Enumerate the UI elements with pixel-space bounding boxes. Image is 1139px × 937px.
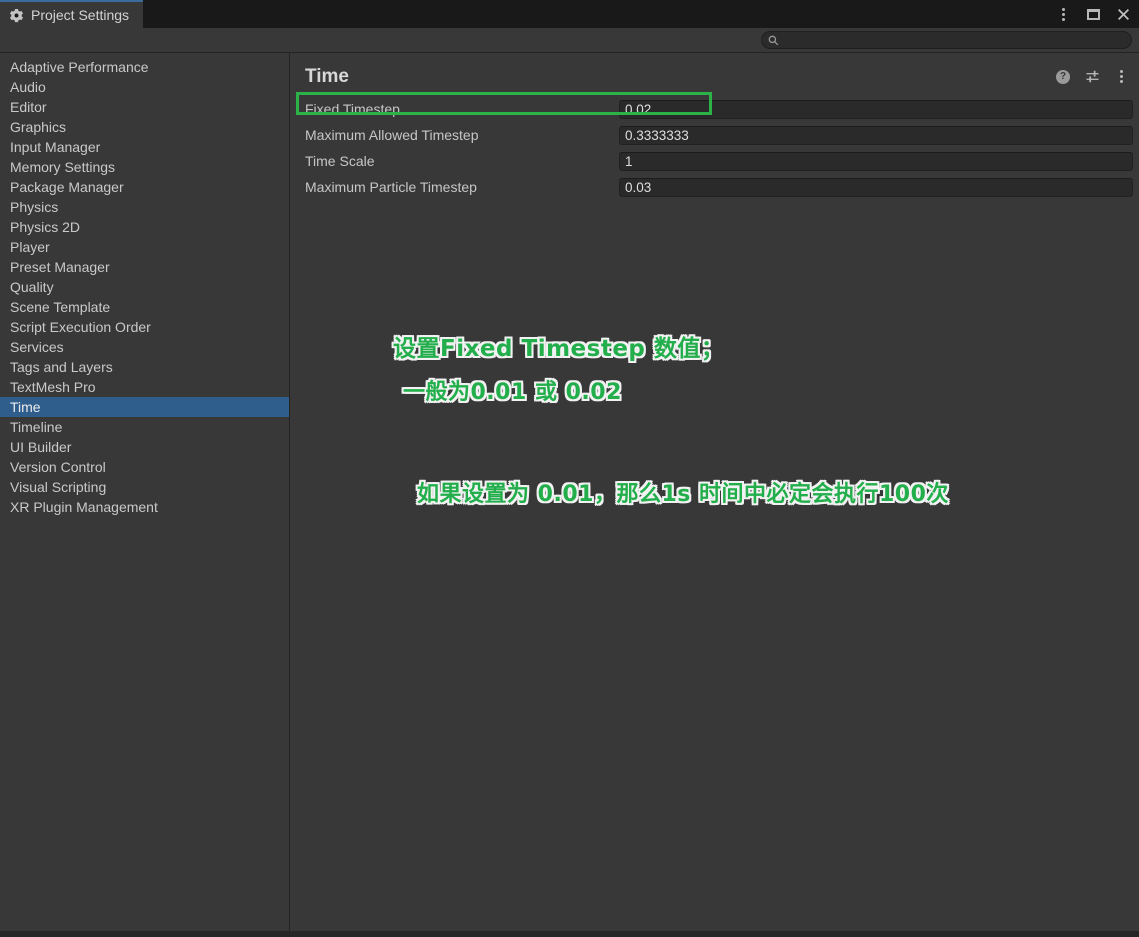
sidebar-item-label: Audio: [10, 79, 46, 95]
search-icon: [768, 35, 779, 46]
annotation-set-fixed-timestep: 设置Fixed Timestep 数值；: [393, 336, 725, 362]
maximum-allowed-timestep-input[interactable]: [619, 125, 1133, 145]
page-title: Time: [305, 65, 350, 87]
sidebar-item-script-execution-order[interactable]: Script Execution Order: [0, 317, 289, 337]
settings-field-row: Maximum Allowed Timestep: [305, 122, 1133, 148]
fields-container: Fixed Timestep Maximum Allowed Timestep …: [305, 96, 1133, 200]
sidebar-item-physics[interactable]: Physics: [0, 197, 289, 217]
sidebar-item-tags-and-layers[interactable]: Tags and Layers: [0, 357, 289, 377]
sidebar-item-time[interactable]: Time: [0, 397, 289, 417]
field-label: Maximum Particle Timestep: [305, 179, 477, 195]
sidebar-item-services[interactable]: Services: [0, 337, 289, 357]
help-icon[interactable]: ?: [1055, 69, 1071, 85]
settings-field-row: Maximum Particle Timestep: [305, 174, 1133, 200]
sidebar-item-label: Physics 2D: [10, 219, 81, 235]
header-icons: ?: [1055, 69, 1133, 85]
sidebar-item-graphics[interactable]: Graphics: [0, 117, 289, 137]
gear-icon: [9, 8, 24, 23]
sidebar-item-ui-builder[interactable]: UI Builder: [0, 437, 289, 457]
sidebar-item-label: Editor: [10, 99, 47, 115]
sidebar-item-label: Version Control: [10, 459, 106, 475]
time-scale-input[interactable]: [619, 151, 1133, 171]
sidebar-item-player[interactable]: Player: [0, 237, 289, 257]
title-bar: Project Settings: [0, 0, 1139, 28]
sidebar-item-adaptive-performance[interactable]: Adaptive Performance: [0, 57, 289, 77]
close-icon[interactable]: [1115, 6, 1131, 22]
sidebar-item-label: Tags and Layers: [10, 359, 113, 375]
sidebar-item-label: Physics: [10, 199, 59, 215]
annotation-execution-explanation: 如果设置为 0.01，那么1s 时间中必定会执行100次: [417, 482, 949, 507]
sidebar-item-version-control[interactable]: Version Control: [0, 457, 289, 477]
field-label: Fixed Timestep: [305, 101, 400, 117]
sidebar-item-label: Script Execution Order: [10, 319, 151, 335]
field-label: Maximum Allowed Timestep: [305, 127, 479, 143]
sidebar-item-label: Package Manager: [10, 179, 124, 195]
search-input[interactable]: [783, 33, 1125, 47]
settings-field-row: Time Scale: [305, 148, 1133, 174]
sidebar-item-label: XR Plugin Management: [10, 499, 158, 515]
sidebar-item-quality[interactable]: Quality: [0, 277, 289, 297]
settings-field-row: Fixed Timestep: [305, 96, 1133, 122]
window-bottom-edge: [0, 931, 1139, 937]
panel-header: Time ?: [305, 53, 1133, 96]
maximum-particle-timestep-input[interactable]: [619, 177, 1133, 197]
preset-sliders-icon[interactable]: [1084, 69, 1100, 85]
search-box[interactable]: [761, 31, 1132, 49]
sidebar-item-editor[interactable]: Editor: [0, 97, 289, 117]
fixed-timestep-input[interactable]: [619, 99, 1133, 119]
sidebar-item-preset-manager[interactable]: Preset Manager: [0, 257, 289, 277]
sidebar-item-textmesh-pro[interactable]: TextMesh Pro: [0, 377, 289, 397]
sidebar-item-scene-template[interactable]: Scene Template: [0, 297, 289, 317]
kebab-menu-icon[interactable]: [1113, 69, 1129, 85]
field-label: Time Scale: [305, 153, 375, 169]
sidebar-item-label: TextMesh Pro: [10, 379, 96, 395]
sidebar-item-label: Visual Scripting: [10, 479, 107, 495]
window-title: Project Settings: [31, 7, 130, 23]
sidebar-item-label: Timeline: [10, 419, 63, 435]
sidebar-item-label: Services: [10, 339, 64, 355]
annotation-typical-values: 一般为0.01 或 0.02: [403, 380, 622, 405]
sidebar-item-xr-plugin-management[interactable]: XR Plugin Management: [0, 497, 289, 517]
sidebar-item-label: Memory Settings: [10, 159, 116, 175]
settings-toolbar: [0, 28, 1139, 53]
sidebar-item-physics-2d[interactable]: Physics 2D: [0, 217, 289, 237]
sidebar-item-label: Scene Template: [10, 299, 111, 315]
sidebar-item-input-manager[interactable]: Input Manager: [0, 137, 289, 157]
window-menu-kebab-icon[interactable]: [1055, 6, 1071, 22]
sidebar-item-label: Graphics: [10, 119, 67, 135]
sidebar-item-label: Input Manager: [10, 139, 101, 155]
sidebar-item-package-manager[interactable]: Package Manager: [0, 177, 289, 197]
sidebar-item-timeline[interactable]: Timeline: [0, 417, 289, 437]
window-controls: [1055, 0, 1131, 28]
sidebar-item-label: UI Builder: [10, 439, 72, 455]
tab-project-settings[interactable]: Project Settings: [0, 0, 144, 28]
sidebar-item-label: Time: [10, 399, 41, 415]
sidebar-item-visual-scripting[interactable]: Visual Scripting: [0, 477, 289, 497]
maximize-icon[interactable]: [1085, 6, 1101, 22]
sidebar-item-label: Player: [10, 239, 50, 255]
sidebar-item-label: Preset Manager: [10, 259, 110, 275]
settings-sidebar: Adaptive Performance Audio Editor Graphi…: [0, 53, 290, 931]
sidebar-item-memory-settings[interactable]: Memory Settings: [0, 157, 289, 177]
sidebar-item-audio[interactable]: Audio: [0, 77, 289, 97]
sidebar-item-label: Quality: [10, 279, 54, 295]
sidebar-item-label: Adaptive Performance: [10, 59, 149, 75]
